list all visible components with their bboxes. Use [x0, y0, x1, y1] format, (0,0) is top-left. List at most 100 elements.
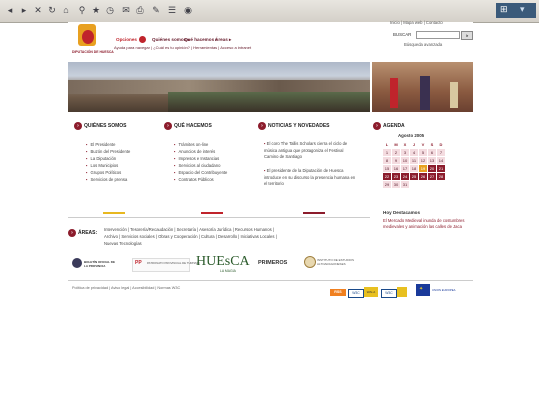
- calendar-day[interactable]: 16: [392, 165, 400, 172]
- mail-icon[interactable]: ✉: [120, 4, 132, 16]
- primeros-logo[interactable]: PRIMEROS: [258, 260, 287, 266]
- history-icon[interactable]: ◷: [104, 4, 116, 16]
- advanced-search-link[interactable]: Búsqueda avanzada: [404, 42, 442, 47]
- calendar-day[interactable]: 29: [383, 181, 391, 188]
- list-item[interactable]: Espacio del Contribuyente: [174, 170, 228, 175]
- areas-links-1[interactable]: Intervención | Tesorería/Recaudación | S…: [104, 227, 274, 232]
- calendar-day[interactable]: 31: [401, 181, 409, 188]
- search-icon[interactable]: ⚲: [76, 4, 88, 16]
- instituto-logo-text[interactable]: INSTITUTO DE ESTUDIOS ALTOARAGONESES: [317, 258, 355, 266]
- nav-areas[interactable]: Áreas ▸: [215, 37, 231, 43]
- calendar-day[interactable]: 18: [410, 165, 418, 172]
- nav-opciones[interactable]: Opciones: [116, 37, 137, 42]
- calendar-day[interactable]: 2: [392, 149, 400, 156]
- list-item[interactable]: Anuncios de interés: [174, 149, 216, 154]
- calendar-day[interactable]: 11: [410, 157, 418, 164]
- festival-photo: [372, 62, 473, 112]
- calendar-day[interactable]: 19: [419, 165, 427, 172]
- list-item[interactable]: Impresos e Instancias: [174, 156, 220, 161]
- eu-label: UNION EUROPEA: [432, 288, 456, 292]
- instituto-seal-icon[interactable]: [304, 256, 316, 268]
- list-item[interactable]: Grupos Políticos: [86, 170, 122, 175]
- decor-bar: [303, 212, 325, 214]
- messenger-icon[interactable]: ◉: [182, 4, 194, 16]
- calendar-day[interactable]: 6: [428, 149, 436, 156]
- wai-badge[interactable]: WAI-A: [364, 287, 378, 297]
- agenda-calendar: L M X J V S D 1 2 3 4 5 6 7 8 9 10 11 12 13 14 15 16 17 18 19 20 21…: [382, 140, 446, 189]
- list-item[interactable]: Servicios al ciudadano: [174, 163, 221, 168]
- decor-bar: [201, 212, 223, 214]
- w3c-badge[interactable]: W3C: [348, 289, 364, 298]
- destacamos-link[interactable]: El Mercado Medieval inunda de costumbres…: [383, 218, 469, 229]
- calendar-day-header: S: [430, 142, 434, 147]
- calendar-day: [419, 181, 427, 188]
- list-item[interactable]: El Presidente: [86, 142, 116, 147]
- list-item[interactable]: Buzón del Presidente: [86, 149, 131, 154]
- footer-links[interactable]: Política de privacidad | Aviso legal | A…: [72, 286, 180, 290]
- calendar-day[interactable]: 15: [383, 165, 391, 172]
- calendar-day-header: M: [394, 142, 398, 147]
- subnav[interactable]: Ayuda para navegar | ¿Cuál es tu opinión…: [114, 45, 251, 50]
- calendar-day[interactable]: 10: [401, 157, 409, 164]
- rss-badge[interactable]: RSS: [330, 289, 346, 296]
- list-item[interactable]: Servicios de prensa: [86, 177, 128, 182]
- calendar-day[interactable]: 8: [383, 157, 391, 164]
- stop-icon[interactable]: ✕: [32, 4, 44, 16]
- bop-logo-text[interactable]: BOLETÍN OFICIAL DE LA PROVINCIA: [84, 260, 118, 268]
- calendar-day[interactable]: 22: [383, 173, 391, 180]
- calendar-day-header: J: [412, 142, 416, 147]
- calendar-day[interactable]: 26: [419, 173, 427, 180]
- options-icon[interactable]: [139, 36, 146, 43]
- noticias-icon: ›: [258, 122, 266, 130]
- list-item[interactable]: Contratos Públicos: [174, 177, 214, 182]
- refresh-icon[interactable]: ↻: [46, 4, 58, 16]
- search-input[interactable]: [416, 31, 460, 39]
- divider: [68, 280, 473, 281]
- calendar-day[interactable]: 9: [392, 157, 400, 164]
- discuss-icon[interactable]: ☰: [166, 4, 178, 16]
- home-icon[interactable]: ⌂: [60, 4, 72, 16]
- calendar-day[interactable]: 5: [419, 149, 427, 156]
- huesca-logo[interactable]: HUEsCA: [196, 254, 250, 270]
- calendar-day[interactable]: 28: [437, 173, 445, 180]
- news-item[interactable]: ▪ El coro The Tallis Scholars cierra el …: [264, 141, 356, 161]
- calendar-day[interactable]: 23: [392, 173, 400, 180]
- search-button[interactable]: Ir: [461, 31, 473, 40]
- w3c-css-badge[interactable]: W3C: [381, 289, 397, 298]
- areas-label: ÁREAS:: [78, 230, 98, 236]
- calendar-day[interactable]: 17: [401, 165, 409, 172]
- calendar-day[interactable]: 27: [428, 173, 436, 180]
- areas-links-3[interactable]: Nuevas Tecnologías: [104, 241, 142, 246]
- back-icon[interactable]: ◂: [4, 4, 16, 16]
- calendar-day[interactable]: 25: [410, 173, 418, 180]
- nav-que-hacemos[interactable]: Qué hacemos ▸: [184, 37, 218, 43]
- print-icon[interactable]: ⎙: [134, 4, 146, 16]
- calendar-day[interactable]: 4: [410, 149, 418, 156]
- calendar-day[interactable]: 7: [437, 149, 445, 156]
- top-links[interactable]: Inicio | Mapa web | Contacto: [390, 20, 443, 25]
- list-item[interactable]: La Diputación: [86, 156, 117, 161]
- diputacion-logo[interactable]: DIPUTACIÓN DE HUESCA: [72, 22, 114, 58]
- calendar-day[interactable]: 21: [437, 165, 445, 172]
- huesca-logo-sub: LA MAGIA: [220, 269, 236, 273]
- edit-icon[interactable]: ✎: [150, 4, 162, 16]
- calendar-day[interactable]: 3: [401, 149, 409, 156]
- web-page: DIPUTACIÓN DE HUESCA Inicio | Mapa web |…: [68, 20, 473, 302]
- bop-logo-icon[interactable]: [72, 258, 82, 268]
- agenda-heading: AGENDA: [383, 123, 405, 129]
- calendar-day[interactable]: 24: [401, 173, 409, 180]
- calendar-day[interactable]: 20: [428, 165, 436, 172]
- calendar-day[interactable]: 14: [437, 157, 445, 164]
- list-item[interactable]: Trámites on-line: [174, 142, 209, 147]
- patronato-logo[interactable]: PP PATRONATO PROVINCIAL DE TURISMO: [132, 258, 200, 272]
- calendar-day[interactable]: 13: [428, 157, 436, 164]
- calendar-day[interactable]: 30: [392, 181, 400, 188]
- news-item[interactable]: ▪ El presidente de la Diputación de Hues…: [264, 168, 356, 188]
- areas-links-2[interactable]: Archivo | Servicios sociales | Obras y C…: [104, 234, 277, 239]
- badge-icon[interactable]: [397, 287, 407, 297]
- calendar-day[interactable]: 1: [383, 149, 391, 156]
- calendar-day[interactable]: 12: [419, 157, 427, 164]
- favorites-icon[interactable]: ★: [90, 4, 102, 16]
- list-item[interactable]: Los Municipios: [86, 163, 119, 168]
- forward-icon[interactable]: ▸: [18, 4, 30, 16]
